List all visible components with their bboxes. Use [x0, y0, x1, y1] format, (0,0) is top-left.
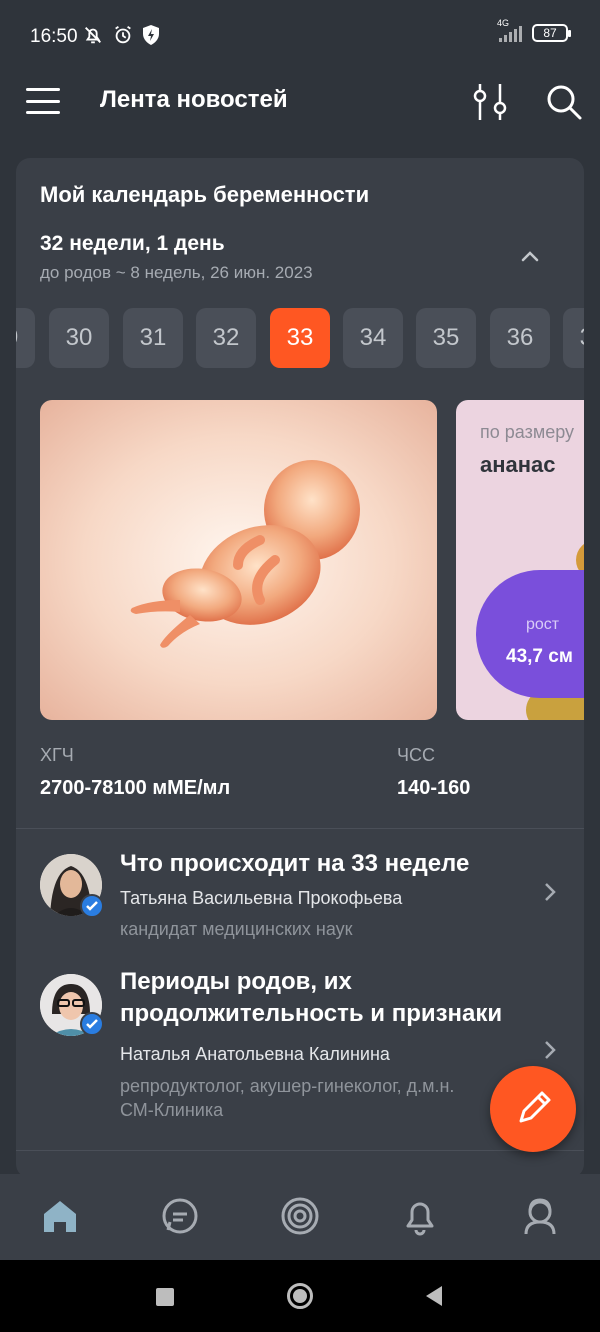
target-icon[interactable]: [276, 1192, 324, 1240]
week-pill[interactable]: 31: [123, 308, 183, 368]
menu-icon[interactable]: [26, 86, 60, 116]
due-date-info: до родов ~ 8 недель, 26 июн. 2023: [40, 263, 313, 282]
system-nav-bar: [0, 1260, 600, 1332]
fruit-size-card[interactable]: по размеру ананас рост 43,7 см: [456, 400, 584, 720]
size-label: по размеру: [480, 422, 575, 442]
profile-icon[interactable]: [516, 1192, 564, 1240]
signal-icon: 4G: [497, 18, 522, 42]
hcg-value: 2700-78100 мМЕ/мл: [40, 777, 231, 799]
height-label: рост: [526, 616, 560, 633]
week-pill[interactable]: 34: [343, 308, 403, 368]
chevron-right-icon: [545, 883, 556, 901]
week-pill[interactable]: 32: [196, 308, 256, 368]
height-badge: рост 43,7 см: [476, 570, 584, 698]
fetus-image: [130, 460, 360, 648]
height-value: 43,7 см: [506, 646, 573, 667]
battery-icon: 87: [532, 24, 571, 42]
divider: [16, 828, 584, 829]
article-author: Наталья Анатольевна Калинина: [120, 1044, 390, 1064]
pregnancy-calendar-card: Мой календарь беременности 32 недели, 1 …: [16, 158, 584, 1178]
status-icons-left: [82, 24, 160, 46]
week-pill[interactable]: 35: [416, 308, 476, 368]
current-week: 32 недели, 1 день: [40, 232, 225, 255]
verified-badge-icon: [80, 1012, 104, 1036]
page-title: Лента новостей: [100, 86, 288, 113]
chat-icon[interactable]: [156, 1192, 204, 1240]
size-fruit: ананас: [480, 452, 556, 477]
hcg-label: ХГЧ: [40, 745, 74, 765]
fetus-illustration[interactable]: [40, 400, 437, 720]
chevron-up-icon[interactable]: [518, 244, 542, 268]
week-pill[interactable]: 29: [16, 308, 35, 368]
compose-button[interactable]: [490, 1066, 576, 1152]
article-author-clinic: СМ-Клиника: [120, 1100, 224, 1120]
week-pill[interactable]: 36: [490, 308, 550, 368]
status-bar: 16:50 4G 87: [0, 0, 600, 72]
bell-icon[interactable]: [396, 1192, 444, 1240]
week-pill-active[interactable]: 33: [270, 308, 330, 368]
article-author: Татьяна Васильевна Прокофьева: [120, 888, 403, 908]
week-pill[interactable]: 37: [563, 308, 584, 368]
pencil-icon: [519, 1091, 551, 1123]
calendar-title: Мой календарь беременности: [40, 182, 370, 207]
shield-icon: [143, 25, 159, 45]
article-title: Периоды родов, их продолжительность и пр…: [120, 968, 503, 1027]
article-title: Что происходит на 33 неделе: [120, 850, 470, 877]
status-time: 16:50: [30, 26, 78, 47]
chevron-right-icon: [545, 1041, 556, 1059]
status-icons-right: 4G 87: [497, 18, 571, 42]
filter-icon[interactable]: [470, 80, 510, 124]
heart-rate-value: 140-160: [397, 777, 471, 799]
heart-rate-label: ЧСС: [397, 745, 435, 765]
mute-bell-icon: [85, 27, 101, 44]
article-item[interactable]: Что происходит на 33 неделе Татьяна Васи…: [16, 848, 584, 958]
bottom-nav: [0, 1174, 600, 1260]
article-author-role: кандидат медицинских наук: [120, 919, 353, 939]
week-pill[interactable]: 30: [49, 308, 109, 368]
back-button[interactable]: [424, 1285, 444, 1307]
verified-badge-icon: [80, 894, 104, 918]
home-button[interactable]: [287, 1283, 313, 1309]
network-type: 4G: [497, 18, 510, 28]
article-author-role: репродуктолог, акушер-гинеколог, д.м.н.: [120, 1076, 455, 1096]
home-icon[interactable]: [36, 1192, 84, 1240]
search-icon[interactable]: [542, 80, 586, 124]
alarm-icon: [115, 25, 131, 44]
recents-button[interactable]: [156, 1288, 174, 1306]
app-header: Лента новостей: [0, 72, 600, 142]
week-selector: 29 30 31 32 33 34 35 36 37: [16, 308, 584, 368]
